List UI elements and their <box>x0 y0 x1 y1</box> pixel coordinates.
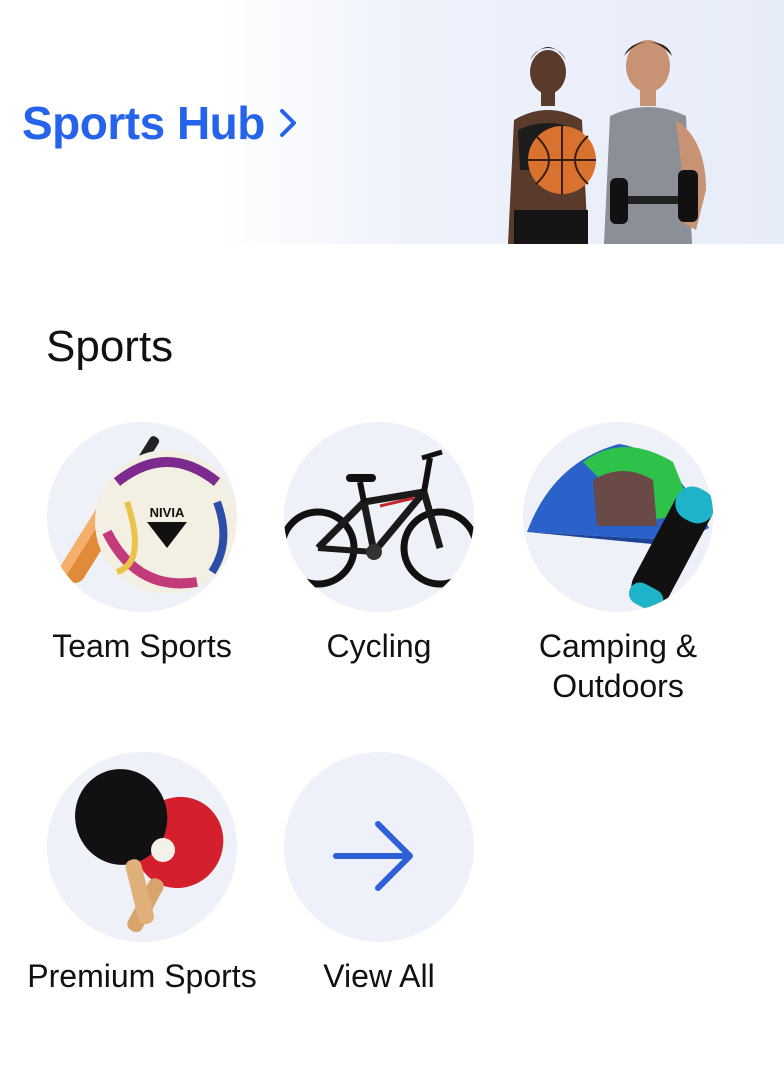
tent-sleeping-bag-image <box>523 422 713 612</box>
view-all-circle <box>284 752 474 942</box>
arrow-right-icon <box>333 821 413 891</box>
ball-brand-text: NIVIA <box>150 505 185 520</box>
banner-title: Sports Hub <box>22 97 265 149</box>
view-all-button[interactable]: View All <box>259 752 499 996</box>
bicycle-image <box>284 422 474 612</box>
section-title: Sports <box>46 322 174 371</box>
category-label: Premium Sports <box>27 958 257 994</box>
category-label: View All <box>323 958 435 994</box>
cycling-image-circle <box>284 422 474 612</box>
table-tennis-paddles-image <box>47 752 237 942</box>
athletes-image <box>508 40 706 244</box>
category-team-sports[interactable]: NIVIA Team Sports <box>22 422 262 666</box>
category-label: Cycling <box>326 628 432 664</box>
category-cycling[interactable]: Cycling <box>259 422 499 666</box>
category-camping-outdoors[interactable]: Camping & Outdoors <box>498 422 738 706</box>
sports-hub-banner[interactable]: Sports Hub <box>0 0 784 244</box>
team-sports-image-circle: NIVIA <box>47 422 237 612</box>
premium-sports-image-circle <box>47 752 237 942</box>
sports-hub-link[interactable]: Sports Hub <box>22 96 297 150</box>
category-label: Camping & Outdoors <box>538 628 698 704</box>
category-label: Team Sports <box>52 628 232 664</box>
cricket-bat-football-image: NIVIA <box>47 422 237 612</box>
category-premium-sports[interactable]: Premium Sports <box>22 752 262 996</box>
chevron-right-icon <box>279 109 296 137</box>
camping-image-circle <box>523 422 713 612</box>
